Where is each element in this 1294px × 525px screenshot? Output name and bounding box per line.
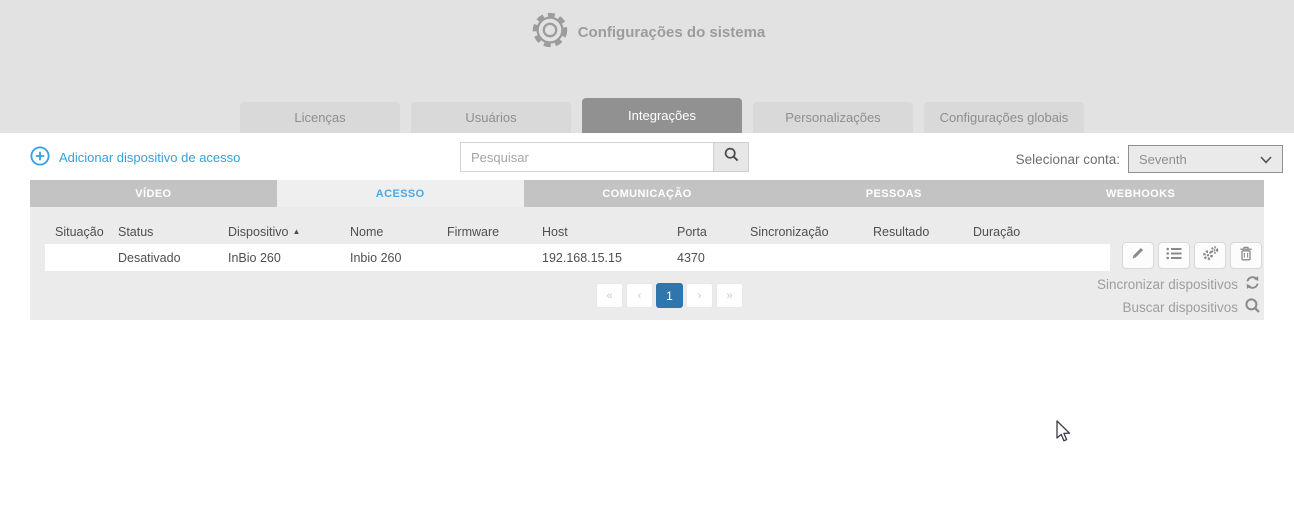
pencil-icon (1131, 246, 1145, 265)
table-header: Situação Status Dispositivo ▲ Nome Firmw… (30, 220, 1264, 244)
sort-asc-icon: ▲ (292, 228, 300, 236)
cell-porta: 4370 (677, 251, 750, 265)
tab-licencas[interactable]: Licenças (240, 102, 400, 133)
table-row: Desativado InBio 260 Inbio 260 192.168.1… (45, 244, 1110, 271)
pagination-label: › (698, 290, 702, 302)
refresh-icon (1245, 275, 1260, 293)
integration-subtabs: VÍDEO ACESSO COMUNICAÇÃO PESSOAS WEBHOOK… (30, 180, 1264, 207)
tab-label: Configurações globais (940, 110, 1069, 125)
tab-usuarios[interactable]: Usuários (411, 102, 571, 133)
column-header-firmware[interactable]: Firmware (447, 225, 542, 239)
row-actions (1122, 242, 1262, 269)
main-tabs: Licenças Usuários Integrações Personaliz… (240, 98, 1084, 133)
pagination-label: 1 (666, 289, 673, 303)
tab-label: Personalizações (785, 110, 880, 125)
tab-label: Usuários (465, 110, 516, 125)
account-label: Selecionar conta: (1016, 152, 1120, 167)
pagination-last[interactable]: » (716, 283, 743, 308)
subtab-label: COMUNICAÇÃO (602, 188, 691, 200)
column-header-dispositivo[interactable]: Dispositivo ▲ (228, 225, 350, 239)
search-group (460, 142, 749, 172)
cell-situacao (55, 251, 118, 265)
column-label: Status (118, 225, 153, 239)
add-access-device-button[interactable]: Adicionar dispositivo de acesso (30, 146, 240, 169)
cell-nome: Inbio 260 (350, 251, 447, 265)
column-header-status[interactable]: Status (118, 225, 228, 239)
column-label: Porta (677, 225, 707, 239)
title-row: Configurações do sistema (0, 9, 1294, 56)
device-settings-button[interactable] (1194, 242, 1226, 269)
tab-integracoes[interactable]: Integrações (582, 98, 742, 133)
toolbar: Adicionar dispositivo de acesso Selecion… (0, 133, 1294, 180)
cogs-icon (1202, 246, 1219, 266)
magnifier-icon (724, 147, 739, 167)
column-label: Sincronização (750, 225, 829, 239)
pagination-first[interactable]: « (596, 283, 623, 308)
tab-configuracoes-globais[interactable]: Configurações globais (924, 102, 1084, 133)
trash-icon (1239, 246, 1253, 266)
pagination-label: « (606, 290, 612, 302)
column-label: Duração (973, 225, 1020, 239)
account-select[interactable]: Seventh (1128, 145, 1283, 173)
subtab-webhooks[interactable]: WEBHOOKS (1017, 180, 1264, 207)
column-label: Nome (350, 225, 383, 239)
sync-devices-label: Sincronizar dispositivos (1097, 277, 1238, 292)
column-header-host[interactable]: Host (542, 225, 677, 239)
chevron-down-icon (1260, 152, 1272, 167)
tab-label: Licenças (294, 110, 345, 125)
search-devices-label: Buscar dispositivos (1122, 300, 1238, 315)
subtab-label: WEBHOOKS (1106, 188, 1175, 200)
integrations-panel: VÍDEO ACESSO COMUNICAÇÃO PESSOAS WEBHOOK… (30, 180, 1264, 320)
column-label: Situação (55, 225, 104, 239)
column-label: Dispositivo (228, 225, 288, 239)
delete-device-button[interactable] (1230, 242, 1262, 269)
search-input[interactable] (460, 142, 713, 172)
subtab-pessoas[interactable]: PESSOAS (770, 180, 1017, 207)
pagination-next[interactable]: › (686, 283, 713, 308)
page-title: Configurações do sistema (578, 24, 766, 41)
cursor-pointer (1053, 420, 1075, 449)
column-header-resultado[interactable]: Resultado (873, 225, 973, 239)
column-header-sincronizacao[interactable]: Sincronização (750, 225, 873, 239)
pagination-label: ‹ (638, 290, 642, 302)
device-details-button[interactable] (1158, 242, 1190, 269)
pagination: « ‹ 1 › » (596, 283, 743, 308)
column-header-porta[interactable]: Porta (677, 225, 750, 239)
account-select-value: Seventh (1139, 152, 1187, 167)
cell-host: 192.168.15.15 (542, 251, 677, 265)
search-button[interactable] (713, 142, 749, 172)
tab-label: Integrações (628, 108, 696, 123)
list-icon (1166, 247, 1182, 265)
account-group: Selecionar conta: Seventh (1016, 145, 1283, 173)
column-label: Host (542, 225, 568, 239)
subtab-comunicacao[interactable]: COMUNICAÇÃO (524, 180, 771, 207)
pagination-page-1[interactable]: 1 (656, 283, 683, 308)
pagination-prev[interactable]: ‹ (626, 283, 653, 308)
pagination-label: » (726, 290, 732, 302)
add-access-device-label: Adicionar dispositivo de acesso (59, 150, 240, 165)
edit-device-button[interactable] (1122, 242, 1154, 269)
column-header-situacao[interactable]: Situação (55, 225, 118, 239)
sync-devices-link[interactable]: Sincronizar dispositivos (1097, 275, 1260, 293)
magnifier-icon (1245, 298, 1260, 316)
subtab-label: VÍDEO (135, 188, 171, 200)
gear-icon (529, 9, 571, 56)
plus-circle-icon (30, 146, 50, 169)
column-label: Resultado (873, 225, 929, 239)
search-devices-link[interactable]: Buscar dispositivos (1122, 298, 1260, 316)
cell-dispositivo: InBio 260 (228, 251, 350, 265)
column-label: Firmware (447, 225, 499, 239)
subtab-acesso[interactable]: ACESSO (277, 180, 524, 207)
footer-links: Sincronizar dispositivos Buscar disposit… (1097, 275, 1260, 316)
system-settings-screen: Configurações do sistema Licenças Usuári… (0, 0, 1294, 525)
column-header-nome[interactable]: Nome (350, 225, 447, 239)
tab-personalizacoes[interactable]: Personalizações (753, 102, 913, 133)
subtab-label: ACESSO (376, 188, 425, 200)
subtab-video[interactable]: VÍDEO (30, 180, 277, 207)
subtab-label: PESSOAS (866, 188, 922, 200)
cell-status: Desativado (118, 251, 228, 265)
header-band: Configurações do sistema Licenças Usuári… (0, 0, 1294, 133)
column-header-duracao[interactable]: Duração (973, 225, 1264, 239)
